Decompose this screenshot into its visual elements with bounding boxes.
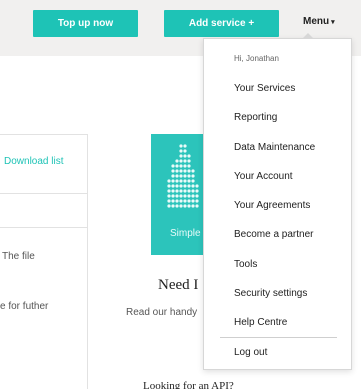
user-greeting: Hi, Jonathan — [234, 54, 279, 63]
panel-divider-lower — [0, 227, 88, 228]
dropdown-pointer — [302, 33, 314, 39]
menu-item-reporting[interactable]: Reporting — [234, 112, 277, 123]
download-list-link[interactable]: Download list — [4, 156, 63, 167]
guide-heading: Need I — [158, 277, 199, 293]
panel-divider-vertical — [87, 134, 88, 389]
menu-item-your-services[interactable]: Your Services — [234, 83, 295, 94]
guide-description: Read our handy — [126, 307, 198, 318]
api-heading: Looking for an API? — [143, 380, 234, 389]
menu-divider — [220, 337, 337, 338]
menu-item-become-partner[interactable]: Become a partner — [234, 229, 314, 240]
menu-toggle[interactable]: Menu ▾ — [303, 16, 335, 27]
menu-item-your-agreements[interactable]: Your Agreements — [234, 200, 310, 211]
panel-divider-top — [0, 134, 88, 135]
menu-item-tools[interactable]: Tools — [234, 259, 257, 270]
guide-book-label: Simple — [170, 228, 201, 239]
menu-item-data-maintenance[interactable]: Data Maintenance — [234, 142, 315, 153]
file-text: The file — [2, 251, 35, 262]
menu-item-security-settings[interactable]: Security settings — [234, 288, 307, 299]
account-menu-dropdown: Hi, Jonathan Your Services Reporting Dat… — [203, 33, 352, 370]
chevron-down-icon: ▾ — [331, 19, 335, 26]
menu-item-help-centre[interactable]: Help Centre — [234, 317, 287, 328]
menu-item-your-account[interactable]: Your Account — [234, 171, 293, 182]
menu-label: Menu — [303, 16, 330, 27]
menu-item-log-out[interactable]: Log out — [234, 347, 267, 358]
add-service-button[interactable]: Add service + — [164, 10, 279, 37]
top-up-button[interactable]: Top up now — [33, 10, 138, 37]
panel-divider-middle — [0, 193, 88, 194]
further-text: e for futher — [0, 301, 49, 312]
